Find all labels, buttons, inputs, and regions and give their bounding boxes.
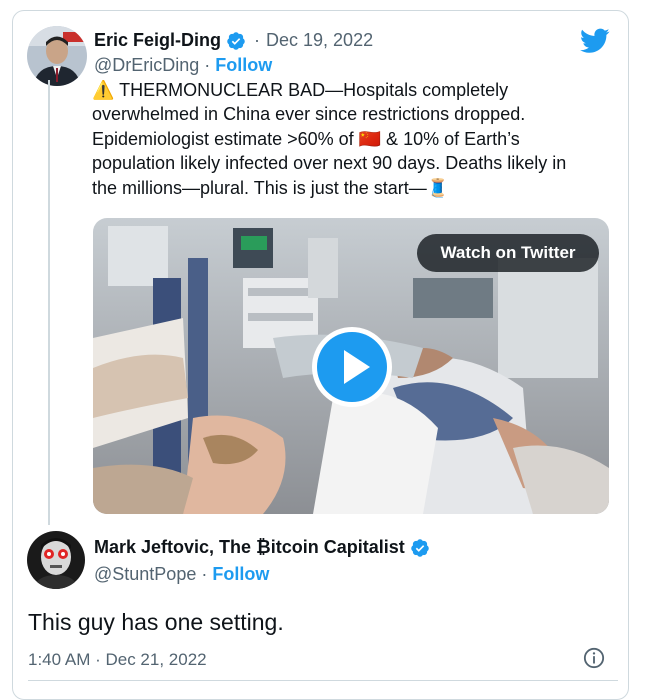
tweet-text-line: ⚠️ THERMONUCLEAR BAD—Hospitals completel…	[92, 80, 509, 100]
author-name[interactable]: Eric Feigl-Ding	[94, 30, 221, 51]
divider	[28, 680, 618, 681]
tweet-text-line: population likely infected over next 90 …	[92, 153, 567, 174]
tweet-timestamp[interactable]: 1:40 AM · Dec 21, 2022	[28, 650, 207, 670]
tweet-text-line: the millions—plural. This is just the st…	[92, 177, 450, 198]
watch-on-twitter-button[interactable]: Watch on Twitter	[417, 234, 599, 272]
twitter-bird-icon[interactable]	[580, 28, 610, 54]
tweet-date[interactable]: Dec 19, 2022	[266, 30, 373, 51]
reply-handle-row: @StuntPope · Follow	[94, 564, 269, 585]
separator-dot: ·	[204, 55, 211, 75]
info-icon[interactable]	[583, 647, 605, 669]
follow-button[interactable]: Follow	[212, 564, 269, 585]
tweet-text-line: overwhelmed in China ever since restrict…	[92, 104, 526, 125]
follow-button[interactable]: Follow	[215, 55, 272, 76]
reply-tweet-header: Mark Jeftovic, The ₿itcoin Capitalist	[94, 537, 430, 558]
avatar[interactable]	[27, 531, 85, 589]
separator-dot: ·	[254, 30, 261, 50]
avatar[interactable]	[27, 26, 87, 86]
author-handle[interactable]: @StuntPope	[94, 564, 196, 585]
verified-badge-icon	[227, 31, 245, 50]
thread-connector-line	[48, 80, 50, 525]
original-tweet-header: Eric Feigl-Ding · Dec 19, 2022	[94, 30, 373, 51]
author-name[interactable]: Mark Jeftovic, The ₿itcoin Capitalist	[94, 537, 405, 558]
verified-badge-icon	[411, 538, 429, 557]
reply-tweet-text: This guy has one setting.	[28, 609, 284, 635]
author-handle[interactable]: @DrEricDing	[94, 55, 199, 76]
separator-dot: ·	[201, 564, 208, 584]
original-tweet-text: ⚠️ THERMONUCLEAR BAD—Hospitals completel…	[92, 78, 612, 200]
tweet-text-line: Epidemiologist estimate >60% of 🇨🇳 & 10%…	[92, 128, 520, 149]
play-icon[interactable]	[311, 326, 393, 408]
original-handle-row: @DrEricDing · Follow	[94, 55, 272, 76]
